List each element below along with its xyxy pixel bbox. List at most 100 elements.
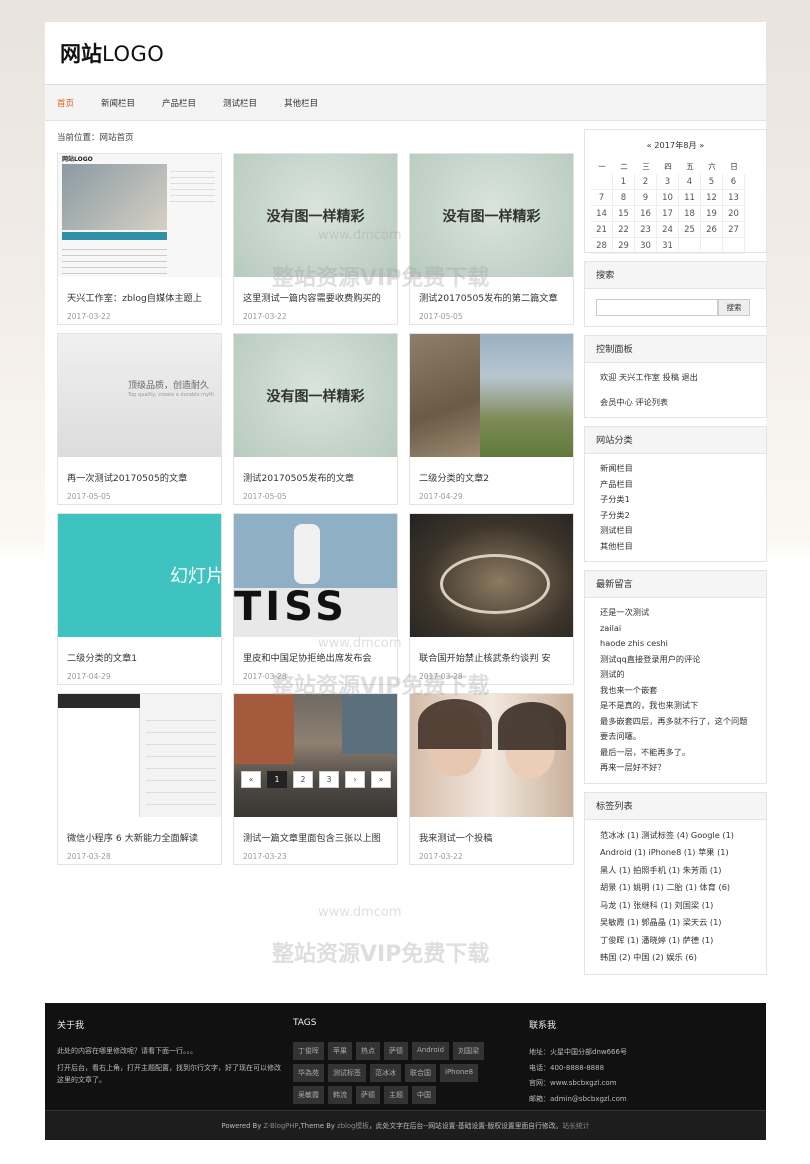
search-button[interactable]: 搜索 <box>718 299 750 316</box>
calendar-title[interactable]: « 2017年8月 » <box>591 139 760 151</box>
footer-tag[interactable]: 吴敏霞 <box>293 1086 324 1104</box>
post-title[interactable]: 里皮和中国足协拒绝出席发布会 <box>243 650 395 664</box>
zblog-link[interactable]: Z-BlogPHP <box>263 1122 298 1130</box>
nav-other[interactable]: 其他栏目 <box>284 97 318 109</box>
post-card[interactable]: 幻灯片 二级分类的文章1 2017-04-29 <box>57 513 222 685</box>
post-card[interactable]: 没有图一样精彩 测试20170505发布的第二篇文章 2017-05-05 <box>409 153 574 325</box>
category-link[interactable]: 子分类1 <box>600 492 751 508</box>
nav-home[interactable]: 首页 <box>57 97 74 109</box>
category-link[interactable]: 子分类2 <box>600 508 751 524</box>
post-card[interactable]: 顶级品质，创造耐久 Top quality, create a durable m… <box>57 333 222 505</box>
comment-link[interactable]: 最后一层，不能再多了。 <box>600 745 751 761</box>
weekday-label: 二 <box>620 161 628 171</box>
post-title[interactable]: 测试一篇文章里面包含三张以上图 <box>243 830 395 844</box>
footer-tag[interactable]: 苹果 <box>328 1042 352 1060</box>
post-title[interactable]: 二级分类的文章2 <box>419 470 571 484</box>
post-thumbnail[interactable]: 没有图一样精彩 <box>234 154 397 277</box>
category-link[interactable]: 其他栏目 <box>600 539 751 555</box>
tag-line[interactable]: Android (1) iPhone8 (1) 苹果 (1) <box>600 844 751 862</box>
footer-tag[interactable]: Android <box>412 1042 450 1060</box>
post-title[interactable]: 这里测试一篇内容需要收费购买的 <box>243 290 395 304</box>
page-next[interactable]: › <box>345 771 365 788</box>
category-link[interactable]: 产品栏目 <box>600 477 751 493</box>
footer-tag[interactable]: iPhone8 <box>440 1064 479 1082</box>
post-title[interactable]: 我来测试一个投稿 <box>419 830 571 844</box>
post-thumbnail[interactable] <box>58 694 221 817</box>
theme-link[interactable]: zblog模板 <box>337 1122 369 1130</box>
post-title[interactable]: 测试20170505发布的第二篇文章 <box>419 290 571 304</box>
site-logo[interactable]: 网站LOGO <box>60 38 164 68</box>
post-title[interactable]: 测试20170505发布的文章 <box>243 470 395 484</box>
post-thumbnail[interactable] <box>410 694 573 817</box>
footer-tag[interactable]: 刘国梁 <box>453 1042 485 1060</box>
tag-line[interactable]: 马龙 (1) 张继科 (1) 刘国梁 (1) <box>600 897 751 915</box>
footer-tag[interactable]: 中国 <box>412 1086 436 1104</box>
nav-test[interactable]: 测试栏目 <box>223 97 257 109</box>
tag-line[interactable]: 范冰冰 (1) 测试标签 (4) Google (1) <box>600 827 751 845</box>
category-link[interactable]: 新闻栏目 <box>600 461 751 477</box>
page-2[interactable]: 2 <box>293 771 313 788</box>
post-thumbnail[interactable]: 没有图一样精彩 <box>410 154 573 277</box>
post-title[interactable]: 二级分类的文章1 <box>67 650 219 664</box>
footer-tag[interactable]: 丁俊晖 <box>293 1042 324 1060</box>
post-card[interactable]: 微信小程序 6 大新能力全面解读 2017-03-28 <box>57 693 222 865</box>
tag-line[interactable]: 吴敏霞 (1) 郭晶晶 (1) 梁天云 (1) <box>600 914 751 932</box>
tag-line[interactable]: 韩国 (2) 中国 (2) 娱乐 (6) <box>600 949 751 967</box>
post-thumbnail[interactable]: 顶级品质，创造耐久 Top quality, create a durable m… <box>58 334 221 457</box>
page-3[interactable]: 3 <box>319 771 339 788</box>
comment-link[interactable]: 我也来一个嵌套 <box>600 683 751 699</box>
comment-link[interactable]: 最多嵌套四层，再多就不行了，这个问题要去问噻。 <box>600 714 751 745</box>
comment-link[interactable]: haode zhis ceshi <box>600 636 751 652</box>
page-first[interactable]: « <box>241 771 261 788</box>
footer-tag[interactable]: 范冰冰 <box>370 1064 401 1082</box>
control-links-1[interactable]: 欢迎 天兴工作室 投稿 退出 <box>600 370 751 386</box>
post-thumbnail[interactable]: 网站LOGO <box>58 154 221 277</box>
category-link[interactable]: 测试栏目 <box>600 523 751 539</box>
footer-tag[interactable]: 萨德 <box>356 1086 380 1104</box>
post-card[interactable]: 二级分类的文章2 2017-04-29 <box>409 333 574 505</box>
page-last[interactable]: » <box>371 771 391 788</box>
comment-link[interactable]: 是不是真的，我也来测试下 <box>600 698 751 714</box>
post-card[interactable]: TISS 里皮和中国足协拒绝出席发布会 2017-03-28 <box>233 513 398 685</box>
footer-tag[interactable]: 华為苑 <box>293 1064 324 1082</box>
footer-tag[interactable]: 测试标签 <box>328 1064 366 1082</box>
post-thumbnail[interactable] <box>410 514 573 637</box>
footer-about: 关于我 此处的内容在哪里修改呢？请看下面一行。。。 打开后台，看右上角，打开主题… <box>57 1018 282 1087</box>
control-links-2[interactable]: 会员中心 评论列表 <box>600 395 751 411</box>
footer-tag[interactable]: 热点 <box>356 1042 380 1060</box>
post-title[interactable]: 再一次测试20170505的文章 <box>67 470 219 484</box>
page-1[interactable]: 1 <box>267 771 287 788</box>
contact-website[interactable]: 官网：www.sbcbxgzl.com <box>529 1076 627 1092</box>
comment-link[interactable]: 还是一次测试 <box>600 605 751 621</box>
nav-products[interactable]: 产品栏目 <box>162 97 196 109</box>
comment-link[interactable]: 测试的 <box>600 667 751 683</box>
post-title[interactable]: 微信小程序 6 大新能力全面解读 <box>67 830 219 844</box>
stats-link[interactable]: 站长统计 <box>562 1122 589 1130</box>
tag-line[interactable]: 黑人 (1) 拍照手机 (1) 朱芳雨 (1) <box>600 862 751 880</box>
search-input[interactable] <box>596 299 718 316</box>
contact-email[interactable]: 邮箱：admin@sbcbxgzl.com <box>529 1092 627 1108</box>
post-card[interactable]: 联合国开始禁止核武条约谈判 安 2017-03-28 <box>409 513 574 685</box>
post-card[interactable]: 没有图一样精彩 测试20170505发布的文章 2017-05-05 <box>233 333 398 505</box>
footer-tag[interactable]: 主题 <box>384 1086 408 1104</box>
footer-tag[interactable]: 韩流 <box>328 1086 352 1104</box>
post-title[interactable]: 联合国开始禁止核武条约谈判 安 <box>419 650 571 664</box>
post-card[interactable]: 没有图一样精彩 这里测试一篇内容需要收费购买的 2017-03-22 <box>233 153 398 325</box>
post-thumbnail[interactable]: TISS <box>234 514 397 637</box>
tag-line[interactable]: 丁俊晖 (1) 潘晓婷 (1) 萨德 (1) <box>600 932 751 950</box>
post-card[interactable]: 网站LOGO 天兴工作室：zblog自媒体主题上 2017-03-22 <box>57 153 222 325</box>
post-thumbnail[interactable]: 幻灯片 <box>58 514 221 637</box>
weekday-label: 一 <box>598 161 606 171</box>
post-title[interactable]: 天兴工作室：zblog自媒体主题上 <box>67 290 219 304</box>
tag-line[interactable]: 胡景 (1) 姚明 (1) 二胎 (1) 体育 (6) <box>600 879 751 897</box>
post-card[interactable]: 我来测试一个投稿 2017-03-22 <box>409 693 574 865</box>
nav-news[interactable]: 新闻栏目 <box>101 97 135 109</box>
comment-link[interactable]: 测试qq直接登录用户的评论 <box>600 652 751 668</box>
footer-tag[interactable]: 萨德 <box>384 1042 408 1060</box>
post-thumbnail[interactable] <box>234 694 397 817</box>
post-thumbnail[interactable] <box>410 334 573 457</box>
footer-tag[interactable]: 联合国 <box>405 1064 436 1082</box>
comment-link[interactable]: 再来一层好不好？ <box>600 760 751 776</box>
comment-link[interactable]: zailai <box>600 621 751 637</box>
post-thumbnail[interactable]: 没有图一样精彩 <box>234 334 397 457</box>
